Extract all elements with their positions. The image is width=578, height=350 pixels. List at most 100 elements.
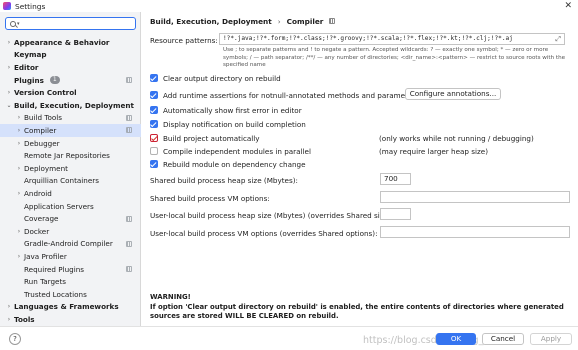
chevron-right-icon[interactable]: › bbox=[14, 114, 24, 121]
app-logo-icon bbox=[3, 2, 11, 10]
option-automatically-show-first-error-in-editor[interactable]: Automatically show first error in editor bbox=[150, 105, 302, 115]
sidebar-item-label: Android bbox=[24, 188, 52, 198]
sidebar-item-appearance-behavior[interactable]: › Appearance & Behavior bbox=[0, 36, 141, 49]
option-note: (only works while not running / debuggin… bbox=[379, 134, 534, 143]
sidebar-item-tools[interactable]: › Tools bbox=[0, 313, 141, 326]
settings-sidebar: ▾ › Appearance & Behavior Keymap › Editor Plu… bbox=[0, 12, 141, 326]
sidebar-item-label: Deployment bbox=[24, 163, 68, 173]
chevron-right-icon[interactable]: › bbox=[14, 253, 24, 260]
option-clear-output-directory-on-rebuild[interactable]: Clear output directory on rebuild bbox=[150, 73, 281, 83]
chevron-right-icon[interactable]: › bbox=[4, 39, 14, 46]
project-settings-icon bbox=[126, 77, 132, 84]
chevron-down-icon[interactable]: ⌄ bbox=[4, 102, 14, 109]
search-input[interactable]: ▾ bbox=[5, 17, 136, 30]
sidebar-item-plugins[interactable]: Plugins 1 bbox=[0, 74, 141, 87]
chevron-right-icon[interactable]: › bbox=[14, 228, 24, 235]
sidebar-item-arquillian-containers[interactable]: Arquillian Containers bbox=[0, 175, 141, 188]
sidebar-item-java-profiler[interactable]: › Java Profiler bbox=[0, 250, 141, 263]
sidebar-item-editor[interactable]: › Editor bbox=[0, 61, 141, 74]
breadcrumb-separator: › bbox=[277, 16, 281, 26]
option-compile-independent-modules-in-parallel[interactable]: Compile independent modules in parallel bbox=[150, 146, 311, 156]
sidebar-item-version-control[interactable]: › Version Control bbox=[0, 86, 141, 99]
dialog-footer: ? https://blog.csdn.net/lijg_niee OK Can… bbox=[0, 326, 578, 350]
configure-annotations-button[interactable]: Configure annotations... bbox=[405, 88, 501, 100]
checkbox[interactable] bbox=[150, 74, 158, 82]
sidebar-item-label: Run Targets bbox=[24, 277, 67, 287]
option-add-runtime-assertions-for-notnull-annotated-methods-and-parameters[interactable]: Add runtime assertions for notnull-annot… bbox=[150, 90, 419, 100]
resource-patterns-hint: Use ; to separate patterns and ! to nega… bbox=[223, 47, 566, 69]
sidebar-item-docker[interactable]: › Docker bbox=[0, 225, 141, 238]
chevron-right-icon[interactable]: › bbox=[4, 89, 14, 96]
option-label: Add runtime assertions for notnull-annot… bbox=[163, 90, 419, 100]
close-icon[interactable]: ✕ bbox=[564, 0, 572, 12]
option-build-project-automatically[interactable]: Build project automatically bbox=[150, 133, 260, 143]
local-vm-options-label: User-local build process VM options (ove… bbox=[150, 229, 378, 238]
sidebar-item-compiler[interactable]: › Compiler bbox=[0, 124, 141, 137]
sidebar-item-label: Java Profiler bbox=[24, 251, 67, 261]
chevron-right-icon[interactable]: › bbox=[4, 64, 14, 71]
chevron-right-icon[interactable]: › bbox=[4, 316, 14, 323]
help-button[interactable]: ? bbox=[9, 333, 21, 345]
chevron-right-icon[interactable]: › bbox=[14, 140, 24, 147]
vm-options-input[interactable] bbox=[380, 191, 570, 203]
chevron-right-icon[interactable]: › bbox=[4, 303, 14, 310]
heap-size-input[interactable]: 700 bbox=[380, 173, 411, 185]
checkbox[interactable] bbox=[150, 160, 158, 168]
sidebar-item-build-tools[interactable]: › Build Tools bbox=[0, 112, 141, 125]
sidebar-item-coverage[interactable]: Coverage bbox=[0, 212, 141, 225]
sidebar-item-build-execution-deployment[interactable]: ⌄ Build, Execution, Deployment bbox=[0, 99, 141, 112]
chevron-right-icon[interactable]: › bbox=[14, 190, 24, 197]
sidebar-item-android[interactable]: › Android bbox=[0, 187, 141, 200]
local-heap-size-input[interactable] bbox=[380, 208, 411, 220]
updates-badge: 1 bbox=[49, 76, 60, 85]
sidebar-item-trusted-locations[interactable]: Trusted Locations bbox=[0, 288, 141, 301]
sidebar-item-remote-jar-repositories[interactable]: Remote Jar Repositories bbox=[0, 149, 141, 162]
warning-title: WARNING! bbox=[150, 293, 191, 301]
checkbox[interactable] bbox=[150, 106, 158, 114]
option-rebuild-module-on-dependency-change[interactable]: Rebuild module on dependency change bbox=[150, 159, 306, 169]
sidebar-item-label: Appearance & Behavior bbox=[14, 37, 110, 47]
sidebar-item-gradle-android-compiler[interactable]: Gradle-Android Compiler bbox=[0, 238, 141, 251]
option-label: Automatically show first error in editor bbox=[163, 105, 302, 115]
breadcrumb-parent[interactable]: Build, Execution, Deployment bbox=[150, 17, 272, 26]
sidebar-item-label: Arquillian Containers bbox=[24, 176, 99, 186]
option-label: Rebuild module on dependency change bbox=[163, 159, 306, 169]
project-settings-icon bbox=[126, 114, 132, 121]
expand-icon[interactable]: ⤢ bbox=[555, 34, 561, 44]
option-label: Compile independent modules in parallel bbox=[163, 146, 311, 156]
sidebar-item-required-plugins[interactable]: Required Plugins bbox=[0, 263, 141, 276]
window-title: Settings bbox=[15, 1, 46, 11]
option-display-notification-on-build-completion[interactable]: Display notification on build completion bbox=[150, 119, 306, 129]
chevron-right-icon[interactable]: › bbox=[14, 165, 24, 172]
sidebar-item-deployment[interactable]: › Deployment bbox=[0, 162, 141, 175]
sidebar-item-label: Trusted Locations bbox=[24, 289, 87, 299]
checkbox[interactable] bbox=[150, 120, 158, 128]
checkbox[interactable] bbox=[150, 147, 158, 155]
checkbox[interactable] bbox=[150, 134, 158, 142]
sidebar-item-debugger[interactable]: › Debugger bbox=[0, 137, 141, 150]
search-icon bbox=[10, 20, 16, 27]
sidebar-item-keymap[interactable]: Keymap bbox=[0, 49, 141, 62]
resource-patterns-label: Resource patterns: bbox=[150, 36, 218, 45]
option-label: Display notification on build completion bbox=[163, 119, 306, 129]
heap-size-value: 700 bbox=[384, 174, 398, 183]
sidebar-item-label: Required Plugins bbox=[24, 264, 85, 274]
apply-button[interactable]: Apply bbox=[530, 333, 572, 345]
local-vm-options-input[interactable] bbox=[380, 226, 570, 238]
sidebar-item-languages-frameworks[interactable]: › Languages & Frameworks bbox=[0, 301, 141, 314]
settings-grid-icon bbox=[329, 18, 336, 24]
sidebar-item-run-targets[interactable]: Run Targets bbox=[0, 275, 141, 288]
sidebar-item-label: Keymap bbox=[14, 50, 47, 60]
resource-patterns-field[interactable]: !?*.java;!?*.form;!?*.class;!?*.groovy;!… bbox=[219, 33, 565, 45]
sidebar-item-label: Docker bbox=[24, 226, 50, 236]
ok-button[interactable]: OK bbox=[436, 333, 476, 345]
local-heap-size-label: User-local build process heap size (Mbyt… bbox=[150, 211, 394, 220]
vm-options-label: Shared build process VM options: bbox=[150, 194, 270, 203]
sidebar-item-application-servers[interactable]: Application Servers bbox=[0, 200, 141, 213]
checkbox[interactable] bbox=[150, 91, 158, 99]
chevron-right-icon[interactable]: › bbox=[14, 127, 24, 134]
breadcrumb-current: Compiler bbox=[286, 16, 324, 26]
warning-text: If option 'Clear output directory on reb… bbox=[150, 302, 564, 321]
cancel-button[interactable]: Cancel bbox=[482, 333, 524, 345]
chevron-down-icon: ▾ bbox=[17, 20, 20, 27]
